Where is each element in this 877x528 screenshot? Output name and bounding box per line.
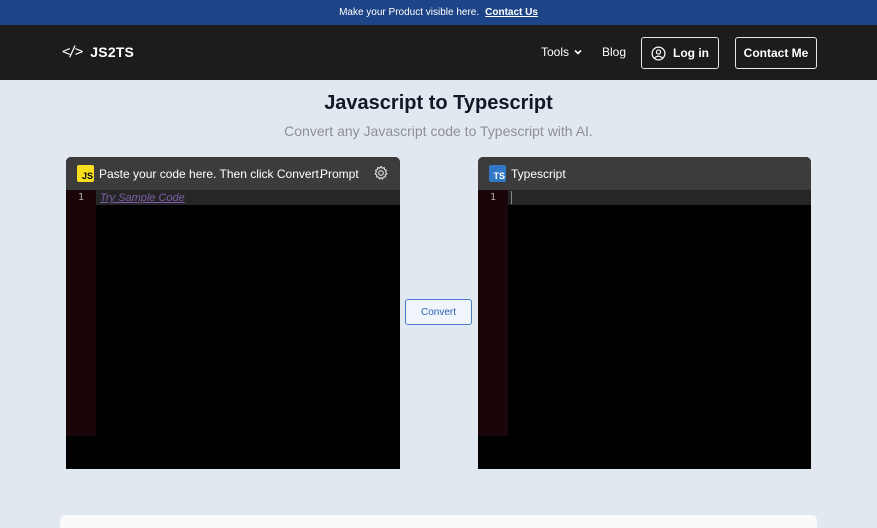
- contact-me-button[interactable]: Contact Me: [735, 37, 817, 69]
- top-nav: </> JS2TS Tools Blog Log in Contact Me: [0, 25, 877, 80]
- banner-contact-link[interactable]: Contact Us: [485, 7, 538, 18]
- javascript-editor-panel: JS Paste your code here. Then click Conv…: [66, 157, 400, 469]
- javascript-badge-icon: JS: [77, 165, 94, 182]
- login-label: Log in: [673, 46, 709, 60]
- tools-label: Tools: [541, 45, 570, 59]
- line-number-gutter: [478, 190, 508, 436]
- tools-menu[interactable]: Tools: [541, 45, 583, 59]
- code-icon: </>: [62, 44, 83, 60]
- banner-text: Make your Product visible here.: [339, 7, 480, 18]
- logo-text: JS2TS: [90, 44, 135, 60]
- gear-icon[interactable]: [373, 165, 389, 181]
- page-subtitle: Convert any Javascript code to Typescrip…: [284, 123, 593, 139]
- chevron-down-icon: [574, 49, 582, 55]
- content-card: [60, 515, 817, 528]
- typescript-output-panel: TS Typescript 1: [478, 157, 811, 469]
- editor-instructions: Paste your code here. Then click Convert…: [99, 166, 323, 181]
- active-line-highlight: [478, 190, 811, 205]
- login-button[interactable]: Log in: [641, 37, 719, 69]
- convert-button[interactable]: Convert: [405, 299, 472, 325]
- prompt-button[interactable]: Prompt: [320, 167, 359, 181]
- line-number: 1: [489, 192, 497, 203]
- promo-banner: Make your Product visible here. Contact …: [0, 0, 877, 25]
- output-title: Typescript: [511, 166, 566, 181]
- logo[interactable]: </> JS2TS: [62, 44, 134, 60]
- line-number-gutter: [66, 190, 96, 436]
- blog-link[interactable]: Blog: [602, 45, 626, 59]
- typescript-badge-icon: TS: [489, 165, 506, 182]
- text-cursor: [511, 191, 512, 204]
- user-circle-icon: [651, 46, 666, 60]
- output-header: TS Typescript: [478, 157, 811, 190]
- try-sample-code-link[interactable]: Try Sample Code: [100, 192, 185, 204]
- page-title: Javascript to Typescript: [324, 92, 553, 114]
- line-number: 1: [77, 192, 85, 203]
